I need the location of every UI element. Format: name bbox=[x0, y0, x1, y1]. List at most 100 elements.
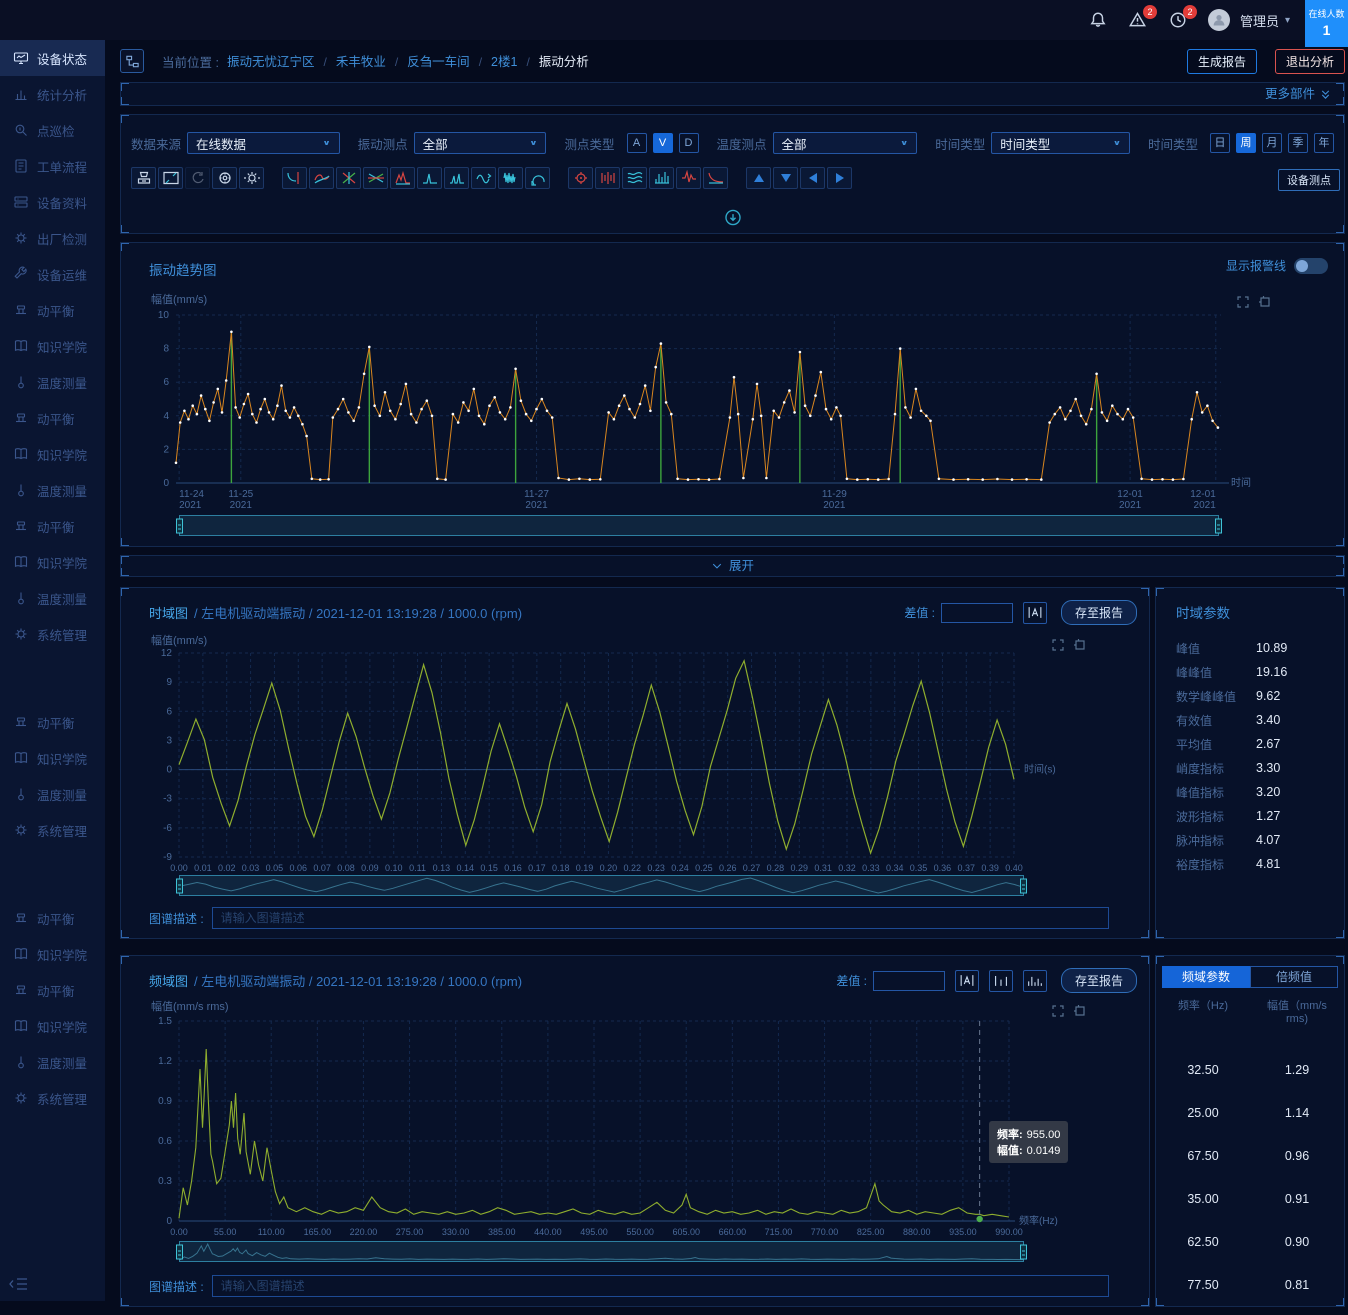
cursor-marker-icon[interactable] bbox=[955, 970, 979, 992]
sidebar-item-知识学院[interactable]: 知识学院 bbox=[0, 436, 105, 472]
sidebar-item-系统管理[interactable]: 系统管理 bbox=[0, 812, 105, 848]
breadcrumb-item[interactable]: 2楼1 bbox=[491, 55, 517, 69]
sidebar-item-动平衡[interactable]: 动平衡 bbox=[0, 972, 105, 1008]
breadcrumb-item[interactable]: 反刍一车间 bbox=[407, 55, 470, 69]
sideband-cursor-icon[interactable] bbox=[1023, 970, 1047, 992]
tab-频域参数[interactable]: 频域参数 bbox=[1162, 966, 1250, 988]
cursor-marker-icon[interactable] bbox=[1023, 602, 1047, 624]
navdown-icon[interactable] bbox=[773, 167, 798, 189]
point-type-D[interactable]: D bbox=[679, 133, 699, 153]
sidebar-item-知识学院[interactable]: 知识学院 bbox=[0, 328, 105, 364]
datazoom-right-handle[interactable] bbox=[1020, 878, 1027, 893]
orbit1-icon[interactable] bbox=[336, 167, 361, 189]
datazoom-left-handle[interactable] bbox=[176, 878, 183, 893]
time-domain-chart[interactable]: 129630-3-6-90.000.010.020.030.050.060.07… bbox=[151, 646, 1151, 881]
orbit2-icon[interactable] bbox=[363, 167, 388, 189]
time-range-季[interactable]: 季 bbox=[1288, 133, 1308, 153]
collapse-sidebar-icon[interactable] bbox=[8, 1275, 30, 1293]
datazoom-left-handle[interactable] bbox=[176, 518, 183, 533]
avatar[interactable] bbox=[1208, 9, 1230, 31]
sidebar-item-出厂检测[interactable]: 出厂检测 bbox=[0, 220, 105, 256]
tab-倍频值[interactable]: 倍频值 bbox=[1250, 966, 1338, 988]
fit-icon[interactable] bbox=[158, 167, 183, 189]
generate-report-button[interactable]: 生成报告 bbox=[1187, 49, 1257, 74]
breadcrumb-item[interactable]: 振动分析 bbox=[539, 55, 589, 69]
sidebar-item-统计分析[interactable]: 统计分析 bbox=[0, 76, 105, 112]
data-source-select[interactable]: 在线数据∨ bbox=[187, 132, 340, 154]
sidebar-item-设备状态[interactable]: 设备状态 bbox=[0, 40, 105, 76]
sidebar-item-系统管理[interactable]: 系统管理 bbox=[0, 616, 105, 652]
more-widgets-bar[interactable]: 更多部件 bbox=[120, 82, 1345, 106]
navright-icon[interactable] bbox=[827, 167, 852, 189]
sidebar-item-动平衡[interactable]: 动平衡 bbox=[0, 508, 105, 544]
datazoom-right-handle[interactable] bbox=[1020, 1244, 1027, 1259]
peakov-icon[interactable] bbox=[390, 167, 415, 189]
gearbig-icon[interactable] bbox=[239, 167, 264, 189]
lowpass-icon[interactable] bbox=[282, 167, 307, 189]
sidebar-item-温度测量[interactable]: 温度测量 bbox=[0, 472, 105, 508]
time-range-月[interactable]: 月 bbox=[1262, 133, 1282, 153]
sidebar-item-动平衡[interactable]: 动平衡 bbox=[0, 292, 105, 328]
knob-icon[interactable] bbox=[212, 167, 237, 189]
sidebar-item-工单流程[interactable]: 工单流程 bbox=[0, 148, 105, 184]
breadcrumb-item[interactable]: 禾丰牧业 bbox=[336, 55, 386, 69]
basket-icon[interactable] bbox=[131, 167, 156, 189]
alarm-line-toggle[interactable] bbox=[1294, 258, 1328, 274]
diff-input[interactable] bbox=[873, 971, 945, 991]
time-desc-input[interactable] bbox=[212, 907, 1109, 929]
sidebar-item-温度测量[interactable]: 温度测量 bbox=[0, 580, 105, 616]
device-tree-icon[interactable] bbox=[120, 49, 144, 73]
sidebar-item-知识学院[interactable]: 知识学院 bbox=[0, 544, 105, 580]
waveloop-icon[interactable] bbox=[471, 167, 496, 189]
sidebar-item-点巡检[interactable]: 点巡检 bbox=[0, 112, 105, 148]
restore-icon[interactable] bbox=[1258, 295, 1272, 309]
sidebar-item-知识学院[interactable]: 知识学院 bbox=[0, 936, 105, 972]
notification-bell-icon[interactable] bbox=[1088, 10, 1108, 30]
time-type-select[interactable]: 时间类型∨ bbox=[991, 132, 1130, 154]
save-to-report-button[interactable]: 存至报告 bbox=[1061, 968, 1137, 993]
shaft-icon[interactable] bbox=[568, 167, 593, 189]
undo-icon[interactable] bbox=[525, 167, 550, 189]
sidebar-item-动平衡[interactable]: 动平衡 bbox=[0, 704, 105, 740]
sidebar-item-知识学院[interactable]: 知识学院 bbox=[0, 1008, 105, 1044]
pulse-icon[interactable] bbox=[498, 167, 523, 189]
trend-chart[interactable]: 108642011-24202111-25202111-27202111-292… bbox=[151, 305, 1251, 510]
sidebar-item-知识学院[interactable]: 知识学院 bbox=[0, 740, 105, 776]
user-name[interactable]: 管理员 bbox=[1240, 11, 1279, 30]
point-type-A[interactable]: A bbox=[627, 133, 647, 153]
sidebar-item-温度测量[interactable]: 温度测量 bbox=[0, 364, 105, 400]
impulse-icon[interactable] bbox=[676, 167, 701, 189]
sidebar-item-设备运维[interactable]: 设备运维 bbox=[0, 256, 105, 292]
harmonic-cursor-icon[interactable] bbox=[989, 970, 1013, 992]
spec2-icon[interactable] bbox=[444, 167, 469, 189]
temp-point-select[interactable]: 全部∨ bbox=[773, 132, 918, 154]
sidebar-item-动平衡[interactable]: 动平衡 bbox=[0, 900, 105, 936]
navup-icon[interactable] bbox=[746, 167, 771, 189]
spec1-icon[interactable] bbox=[417, 167, 442, 189]
save-to-report-button[interactable]: 存至报告 bbox=[1061, 600, 1137, 625]
diff-input[interactable] bbox=[941, 603, 1013, 623]
navleft-icon[interactable] bbox=[800, 167, 825, 189]
sidebar-item-温度测量[interactable]: 温度测量 bbox=[0, 1044, 105, 1080]
time-range-日[interactable]: 日 bbox=[1210, 133, 1230, 153]
envelope-icon[interactable] bbox=[309, 167, 334, 189]
datazoom-right-handle[interactable] bbox=[1215, 518, 1222, 533]
device-point-button[interactable]: 设备测点 bbox=[1278, 169, 1340, 191]
collapse-panel-icon[interactable] bbox=[724, 209, 741, 226]
more-widgets-label[interactable]: 更多部件 bbox=[1265, 87, 1315, 101]
freq-datazoom[interactable] bbox=[179, 1241, 1024, 1262]
trenddn-icon[interactable] bbox=[703, 167, 728, 189]
sidebar-item-设备资料[interactable]: 设备资料 bbox=[0, 184, 105, 220]
time-range-周[interactable]: 周 bbox=[1236, 133, 1256, 153]
breadcrumb-item[interactable]: 振动无忧辽宁区 bbox=[227, 55, 315, 69]
datazoom-left-handle[interactable] bbox=[176, 1244, 183, 1259]
expand-label[interactable]: 展开 bbox=[729, 559, 754, 573]
exit-analysis-button[interactable]: 退出分析 bbox=[1275, 49, 1345, 74]
vibration-point-select[interactable]: 全部∨ bbox=[414, 132, 547, 154]
specbars-icon[interactable] bbox=[649, 167, 674, 189]
vibbars-icon[interactable] bbox=[595, 167, 620, 189]
point-type-V[interactable]: V bbox=[653, 133, 673, 153]
waterfall-icon[interactable] bbox=[622, 167, 647, 189]
expand-bar[interactable]: 展开 bbox=[120, 555, 1345, 577]
sidebar-item-系统管理[interactable]: 系统管理 bbox=[0, 1080, 105, 1116]
